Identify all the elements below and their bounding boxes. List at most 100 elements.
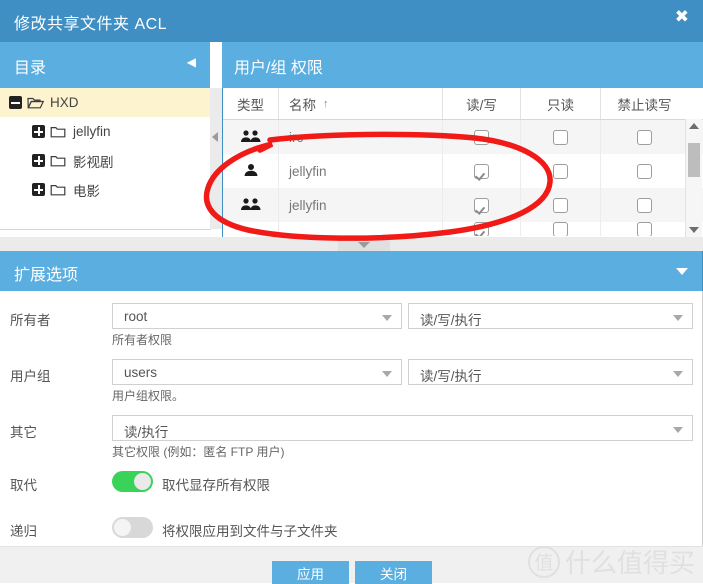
group-select[interactable]: users: [112, 359, 402, 385]
row-deny-cell[interactable]: [601, 222, 688, 236]
row-read-write-cell[interactable]: [443, 188, 521, 222]
checkbox-read-only[interactable]: [553, 163, 568, 179]
recursive-toggle-text: 将权限应用到文件与子文件夹: [162, 524, 338, 539]
row-deny-cell[interactable]: [601, 154, 688, 188]
table-row[interactable]: irc: [223, 120, 703, 154]
splitter-collapse-down-icon[interactable]: [338, 237, 390, 251]
replace-toggle[interactable]: [112, 471, 153, 492]
row-read-write-cell[interactable]: [443, 120, 521, 154]
table-row[interactable]: jellyfin: [223, 154, 703, 188]
directory-tree[interactable]: HXD jellyfin 影视剧 电影: [0, 88, 211, 230]
chevron-down-icon: [673, 371, 683, 377]
group-icon: [240, 197, 262, 214]
owner-select-value: root: [124, 309, 148, 324]
group-icon: [240, 129, 262, 146]
scrollbar-thumb[interactable]: [688, 143, 700, 177]
apply-button[interactable]: 应用: [272, 561, 349, 584]
collapse-toggle-icon[interactable]: [9, 96, 22, 109]
table-row[interactable]: jellyfin: [223, 188, 703, 222]
row-type-icon-cell: [223, 120, 279, 154]
expand-toggle-icon[interactable]: [32, 125, 45, 138]
acl-panel-title: 用户/组 权限: [234, 60, 323, 77]
column-header-name[interactable]: 名称 ↑: [279, 88, 443, 119]
recursive-toggle[interactable]: [112, 517, 153, 538]
tree-item-tvseries[interactable]: 影视剧: [0, 146, 210, 175]
row-read-write-cell[interactable]: [443, 222, 521, 236]
checkbox-read-write[interactable]: [474, 129, 489, 145]
directory-panel-title: 目录: [14, 60, 47, 77]
acl-panel-header: 用户/组 权限: [222, 42, 703, 88]
row-type-icon-cell: [223, 154, 279, 188]
expand-toggle-icon[interactable]: [32, 154, 45, 167]
row-read-only-cell[interactable]: [521, 188, 601, 222]
column-header-type[interactable]: 类型: [223, 88, 279, 119]
chevron-left-icon[interactable]: ◀: [187, 55, 196, 69]
checkbox-read-only[interactable]: [553, 222, 568, 236]
folder-icon: [50, 125, 67, 139]
horizontal-splitter[interactable]: [0, 237, 703, 251]
checkbox-read-write[interactable]: [474, 163, 489, 179]
tree-item-jellyfin[interactable]: jellyfin: [0, 117, 210, 146]
toggle-knob: [114, 519, 131, 536]
column-header-deny[interactable]: 禁止读写: [601, 88, 688, 119]
tree-item-label: HXD: [50, 95, 79, 110]
splitter-collapse-left-icon[interactable]: [212, 132, 218, 142]
chevron-down-icon[interactable]: [676, 268, 688, 275]
extended-options-body: 所有者 root 读/写/执行 所有者权限 用户组 users 读/写/执行 用…: [0, 291, 703, 546]
others-hint: 其它权限 (例如：匿名 FTP 用户): [112, 445, 285, 459]
row-name: jellyfin: [279, 154, 443, 188]
chevron-down-icon: [673, 315, 683, 321]
row-name: [279, 222, 443, 236]
others-label: 其它: [10, 425, 37, 440]
recursive-label: 递归: [10, 524, 37, 539]
folder-icon: [50, 183, 67, 197]
row-deny-cell[interactable]: [601, 188, 688, 222]
row-name: irc: [279, 120, 443, 154]
row-read-only-cell[interactable]: [521, 222, 601, 236]
checkbox-read-write[interactable]: [474, 222, 489, 236]
dialog-footer: 应用 关闭: [0, 546, 703, 584]
owner-select[interactable]: root: [112, 303, 402, 329]
chevron-down-icon: [673, 427, 683, 433]
folder-icon: [50, 154, 67, 168]
extended-options-title: 扩展选项: [14, 267, 79, 284]
group-permission-select[interactable]: 读/写/执行: [408, 359, 693, 385]
others-permission-select[interactable]: 读/执行: [112, 415, 693, 441]
tree-item-movies[interactable]: 电影: [0, 175, 210, 204]
owner-hint: 所有者权限: [112, 333, 173, 347]
checkbox-deny[interactable]: [637, 222, 652, 236]
scroll-up-icon[interactable]: [689, 123, 699, 129]
column-header-read-write[interactable]: 读/写: [443, 88, 521, 119]
window-titlebar: 修改共享文件夹 ACL ✖: [0, 0, 703, 42]
table-row[interactable]: [223, 222, 703, 236]
owner-label: 所有者: [10, 313, 51, 328]
group-hint: 用户组权限。: [112, 389, 185, 403]
checkbox-read-write[interactable]: [474, 197, 489, 213]
row-read-only-cell[interactable]: [521, 154, 601, 188]
row-deny-cell[interactable]: [601, 120, 688, 154]
vertical-splitter[interactable]: [210, 88, 222, 229]
checkbox-read-only[interactable]: [553, 129, 568, 145]
close-button[interactable]: 关闭: [355, 561, 432, 584]
checkbox-read-only[interactable]: [553, 197, 568, 213]
acl-table-header: 类型 名称 ↑ 读/写 只读 禁止读写: [223, 88, 703, 120]
row-read-only-cell[interactable]: [521, 120, 601, 154]
owner-permission-select[interactable]: 读/写/执行: [408, 303, 693, 329]
row-read-write-cell[interactable]: [443, 154, 521, 188]
acl-table-scrollbar[interactable]: [685, 119, 702, 237]
checkbox-deny[interactable]: [637, 197, 652, 213]
checkbox-deny[interactable]: [637, 163, 652, 179]
expand-toggle-icon[interactable]: [32, 183, 45, 196]
group-permission-value: 读/写/执行: [420, 369, 482, 384]
user-icon: [240, 163, 262, 180]
tree-item-label: 影视剧: [73, 154, 114, 170]
directory-panel-header: 目录 ◀: [0, 42, 210, 88]
column-header-read-only[interactable]: 只读: [521, 88, 601, 119]
extended-options-header[interactable]: 扩展选项: [0, 251, 703, 291]
tree-item-hxd[interactable]: HXD: [0, 88, 210, 117]
window-title: 修改共享文件夹 ACL: [14, 16, 168, 33]
toggle-knob: [134, 473, 151, 490]
close-icon[interactable]: ✖: [675, 9, 689, 26]
checkbox-deny[interactable]: [637, 129, 652, 145]
scroll-down-icon[interactable]: [689, 227, 699, 233]
